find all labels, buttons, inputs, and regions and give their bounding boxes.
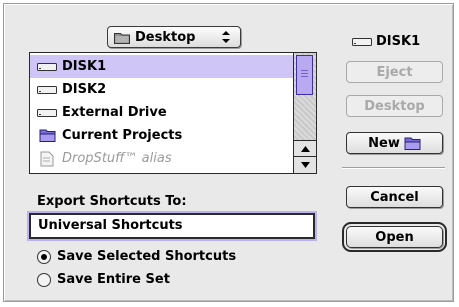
file-list-items: DISK1 DISK2 External Drive Current Proje… bbox=[30, 53, 294, 173]
folder-icon bbox=[114, 31, 130, 44]
list-item-label: DISK1 bbox=[62, 59, 107, 74]
export-label: Export Shortcuts To: bbox=[37, 194, 187, 209]
cancel-button-label: Cancel bbox=[370, 189, 419, 205]
save-entire-radio[interactable] bbox=[37, 272, 51, 287]
scroll-up-button[interactable] bbox=[294, 140, 316, 157]
list-item-label: DISK2 bbox=[62, 82, 107, 97]
open-button-label: Open bbox=[375, 229, 414, 245]
save-entire-option[interactable]: Save Entire Set bbox=[37, 272, 170, 287]
scrollbar-thumb[interactable] bbox=[296, 55, 313, 95]
open-button[interactable]: Open bbox=[342, 222, 447, 252]
list-item-disk1[interactable]: DISK1 bbox=[30, 55, 294, 78]
hard-disk-icon bbox=[36, 108, 58, 117]
desktop-button-label: Desktop bbox=[364, 98, 425, 114]
current-volume-label: DISK1 bbox=[376, 34, 421, 49]
save-selected-radio[interactable] bbox=[37, 249, 51, 264]
eject-button[interactable]: Eject bbox=[346, 61, 443, 83]
export-name-field[interactable]: Universal Shortcuts bbox=[29, 213, 315, 239]
list-item-label: External Drive bbox=[62, 105, 167, 120]
desktop-button[interactable]: Desktop bbox=[346, 95, 443, 117]
hard-disk-icon bbox=[36, 62, 58, 71]
save-selected-option[interactable]: Save Selected Shortcuts bbox=[37, 249, 236, 264]
list-item-current-projects[interactable]: Current Projects bbox=[30, 124, 294, 147]
arrow-up-icon bbox=[300, 146, 310, 152]
location-popup-label: Desktop bbox=[135, 29, 196, 45]
new-folder-button[interactable]: New bbox=[346, 132, 443, 154]
list-item-label: Current Projects bbox=[62, 128, 183, 143]
new-folder-icon bbox=[404, 136, 421, 151]
eject-button-label: Eject bbox=[376, 64, 413, 80]
hard-disk-icon bbox=[352, 37, 372, 46]
file-list-scrollbar[interactable] bbox=[293, 53, 316, 173]
list-item-external-drive[interactable]: External Drive bbox=[30, 101, 294, 124]
arrow-down-icon bbox=[300, 162, 310, 168]
folder-icon bbox=[36, 128, 58, 143]
export-shortcuts-dialog: Desktop DISK1 DISK2 External Drive Curre… bbox=[3, 3, 454, 302]
list-item-disk2[interactable]: DISK2 bbox=[30, 78, 294, 101]
current-volume: DISK1 bbox=[352, 34, 420, 49]
hard-disk-icon bbox=[36, 85, 58, 94]
save-entire-label: Save Entire Set bbox=[57, 272, 170, 287]
alias-icon bbox=[36, 151, 58, 167]
scroll-down-button[interactable] bbox=[294, 156, 316, 173]
cancel-button[interactable]: Cancel bbox=[346, 186, 443, 208]
list-item-dropstuff-alias[interactable]: DropStuff™ alias bbox=[30, 147, 294, 170]
file-list[interactable]: DISK1 DISK2 External Drive Current Proje… bbox=[29, 52, 317, 174]
divider bbox=[342, 167, 445, 169]
list-item-label: DropStuff™ alias bbox=[62, 151, 172, 166]
popup-arrows-icon bbox=[222, 31, 230, 43]
new-button-label: New bbox=[368, 135, 400, 151]
save-selected-label: Save Selected Shortcuts bbox=[57, 249, 237, 264]
location-popup[interactable]: Desktop bbox=[107, 26, 241, 48]
